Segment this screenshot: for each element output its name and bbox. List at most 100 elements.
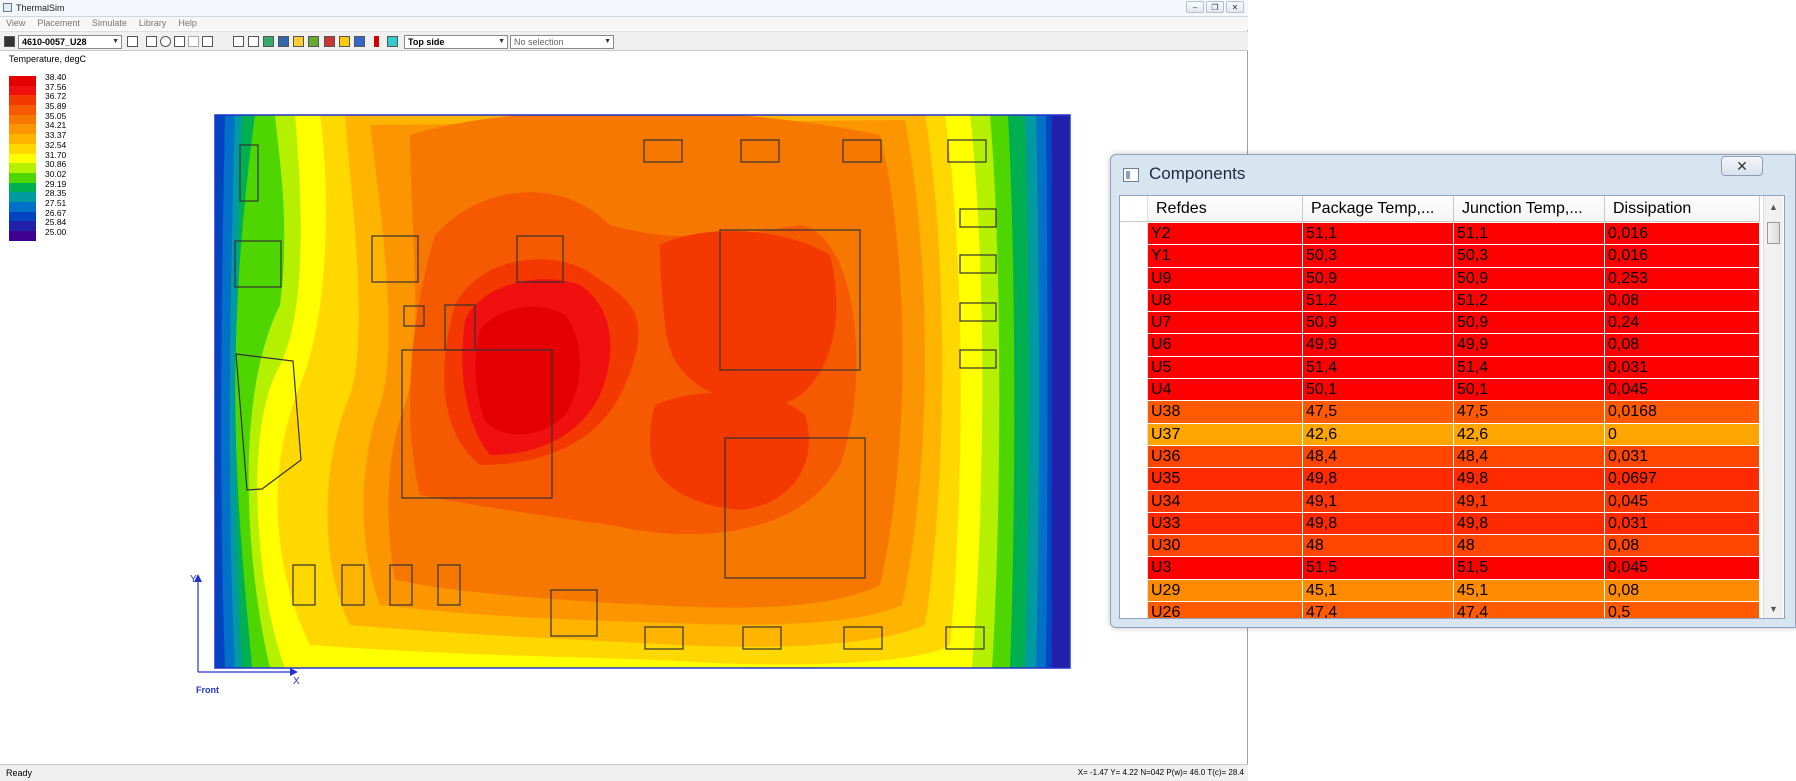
- table-row[interactable]: U35 49,8 49,8 0,0697: [1120, 468, 1760, 491]
- menu-view[interactable]: View: [0, 17, 31, 30]
- legend-swatch: [9, 221, 36, 231]
- table-row[interactable]: Y1 50,3 50,3 0,016: [1120, 245, 1760, 268]
- pointer-icon[interactable]: [127, 36, 138, 47]
- vertical-scrollbar[interactable]: ▲ ▼: [1763, 196, 1783, 618]
- row-gutter: [1120, 557, 1148, 579]
- selection-select[interactable]: No selection ▼: [510, 35, 614, 49]
- cell-package-temp: 51,4: [1303, 356, 1454, 379]
- table-row[interactable]: U29 45,1 45,1 0,08: [1120, 579, 1760, 603]
- maximize-button[interactable]: ❐: [1206, 1, 1224, 13]
- scroll-thumb[interactable]: [1767, 222, 1780, 244]
- table-row[interactable]: U38 47,5 47,5 0,0168: [1120, 401, 1760, 424]
- minimize-button[interactable]: –: [1186, 1, 1204, 13]
- cell-refdes: U4: [1148, 379, 1303, 401]
- legend-label: 27.51: [45, 197, 67, 208]
- cell-dissipation: 0,016: [1605, 223, 1760, 245]
- scroll-up-icon[interactable]: ▲: [1769, 202, 1778, 212]
- side-select-value: Top side: [408, 37, 445, 47]
- cell-refdes: U8: [1148, 289, 1303, 312]
- table-row[interactable]: U4 50,1 50,1 0,045: [1120, 379, 1760, 402]
- column-header-junction-temp[interactable]: Junction Temp,...: [1454, 196, 1605, 222]
- table-row[interactable]: U7 50,9 50,9 0,24: [1120, 312, 1760, 335]
- board-icon[interactable]: [233, 36, 244, 47]
- cell-junction-temp: 45,1: [1454, 579, 1605, 602]
- row-gutter: [1120, 245, 1148, 267]
- menu-library[interactable]: Library: [133, 17, 173, 30]
- design-select[interactable]: 4610-0057_U28 ▼: [18, 35, 122, 49]
- cell-junction-temp: 50,1: [1454, 379, 1605, 401]
- color-icon[interactable]: [387, 36, 398, 47]
- table-row[interactable]: U33 49,8 49,8 0,031: [1120, 512, 1760, 536]
- cell-dissipation: 0,08: [1605, 535, 1760, 557]
- thermal-map[interactable]: [180, 105, 1080, 675]
- status-bar: Ready X= -1.47 Y= 4.22 N=042 P(w)= 46.0 …: [0, 764, 1248, 781]
- table-row[interactable]: U6 49,9 49,9 0,08: [1120, 334, 1760, 357]
- row-gutter: [1120, 468, 1148, 490]
- row-gutter-header: [1120, 196, 1148, 222]
- cell-package-temp: 50,1: [1303, 379, 1454, 401]
- menu-bar: View Placement Simulate Library Help: [0, 17, 1248, 30]
- legend-swatch: [9, 153, 36, 164]
- table-row[interactable]: U3 51,5 51,5 0,045: [1120, 557, 1760, 580]
- legend-label: 32.54: [45, 139, 67, 150]
- row-gutter: [1120, 535, 1148, 557]
- row-gutter: [1120, 223, 1148, 245]
- legend-label: 34.21: [45, 120, 67, 131]
- pan-hand-icon[interactable]: [174, 36, 185, 47]
- close-button[interactable]: ✕: [1226, 1, 1244, 13]
- x-axis-label: X: [293, 676, 300, 684]
- chevron-down-icon: ▼: [604, 38, 611, 45]
- cell-junction-temp: 47,4: [1454, 602, 1605, 618]
- zoom-icon[interactable]: [160, 36, 171, 47]
- components-close-button[interactable]: ✕: [1721, 156, 1763, 176]
- table-row[interactable]: U30 48 48 0,08: [1120, 535, 1760, 558]
- cell-junction-temp: 48,4: [1454, 445, 1605, 468]
- cell-package-temp: 51,2: [1303, 289, 1454, 312]
- cell-dissipation: 0,0697: [1605, 468, 1760, 490]
- cell-refdes: U37: [1148, 423, 1303, 445]
- menu-placement[interactable]: Placement: [31, 17, 86, 30]
- legend-label: 33.37: [45, 130, 67, 141]
- table-row[interactable]: U34 49,1 49,1 0,045: [1120, 490, 1760, 513]
- chevron-down-icon: ▼: [112, 38, 119, 45]
- cell-refdes: U29: [1148, 579, 1303, 602]
- table-row[interactable]: U5 51,4 51,4 0,031: [1120, 356, 1760, 380]
- cell-refdes: U6: [1148, 334, 1303, 356]
- legend-label: 29.19: [45, 178, 67, 189]
- legend-swatch: [9, 134, 36, 144]
- legend-swatch: [9, 105, 36, 115]
- rectangle-icon[interactable]: [146, 36, 157, 47]
- table-row[interactable]: Y2 51,1 51,1 0,016: [1120, 223, 1760, 246]
- column-header-dissipation[interactable]: Dissipation: [1605, 196, 1760, 222]
- table-row[interactable]: U9 50,9 50,9 0,253: [1120, 267, 1760, 290]
- row-gutter: [1120, 423, 1148, 445]
- table-row[interactable]: U26 47,4 47,4 0,5: [1120, 602, 1760, 618]
- menu-help[interactable]: Help: [172, 17, 203, 30]
- menu-simulate[interactable]: Simulate: [86, 17, 133, 30]
- scroll-down-icon[interactable]: ▼: [1769, 604, 1778, 614]
- layer-icon-4[interactable]: [308, 36, 319, 47]
- legend-label: 26.67: [45, 207, 67, 218]
- layer-icon-3[interactable]: [293, 36, 304, 47]
- layer-icon-1[interactable]: [263, 36, 274, 47]
- rotate-icon[interactable]: [188, 36, 199, 47]
- table-row[interactable]: U8 51,2 51,2 0,08: [1120, 289, 1760, 313]
- table-row[interactable]: U37 42,6 42,6 0: [1120, 423, 1760, 446]
- cell-package-temp: 42,6: [1303, 423, 1454, 445]
- table-row[interactable]: U36 48,4 48,4 0,031: [1120, 445, 1760, 469]
- cell-junction-temp: 51,5: [1454, 557, 1605, 579]
- cell-package-temp: 47,4: [1303, 602, 1454, 618]
- save-icon[interactable]: [4, 36, 15, 47]
- layer-icon-5[interactable]: [324, 36, 335, 47]
- side-select[interactable]: Top side ▼: [404, 35, 508, 49]
- refresh-icon[interactable]: [202, 36, 213, 47]
- layer-icon-2[interactable]: [278, 36, 289, 47]
- column-header-refdes[interactable]: Refdes: [1148, 196, 1303, 222]
- thermometer-icon[interactable]: [374, 36, 379, 47]
- layer-icon-6[interactable]: [339, 36, 350, 47]
- legend-label: 37.56: [45, 81, 67, 92]
- grid-icon[interactable]: [248, 36, 259, 47]
- cell-dissipation: 0,5: [1605, 602, 1760, 618]
- layer-icon-7[interactable]: [354, 36, 365, 47]
- column-header-package-temp[interactable]: Package Temp,...: [1303, 196, 1454, 222]
